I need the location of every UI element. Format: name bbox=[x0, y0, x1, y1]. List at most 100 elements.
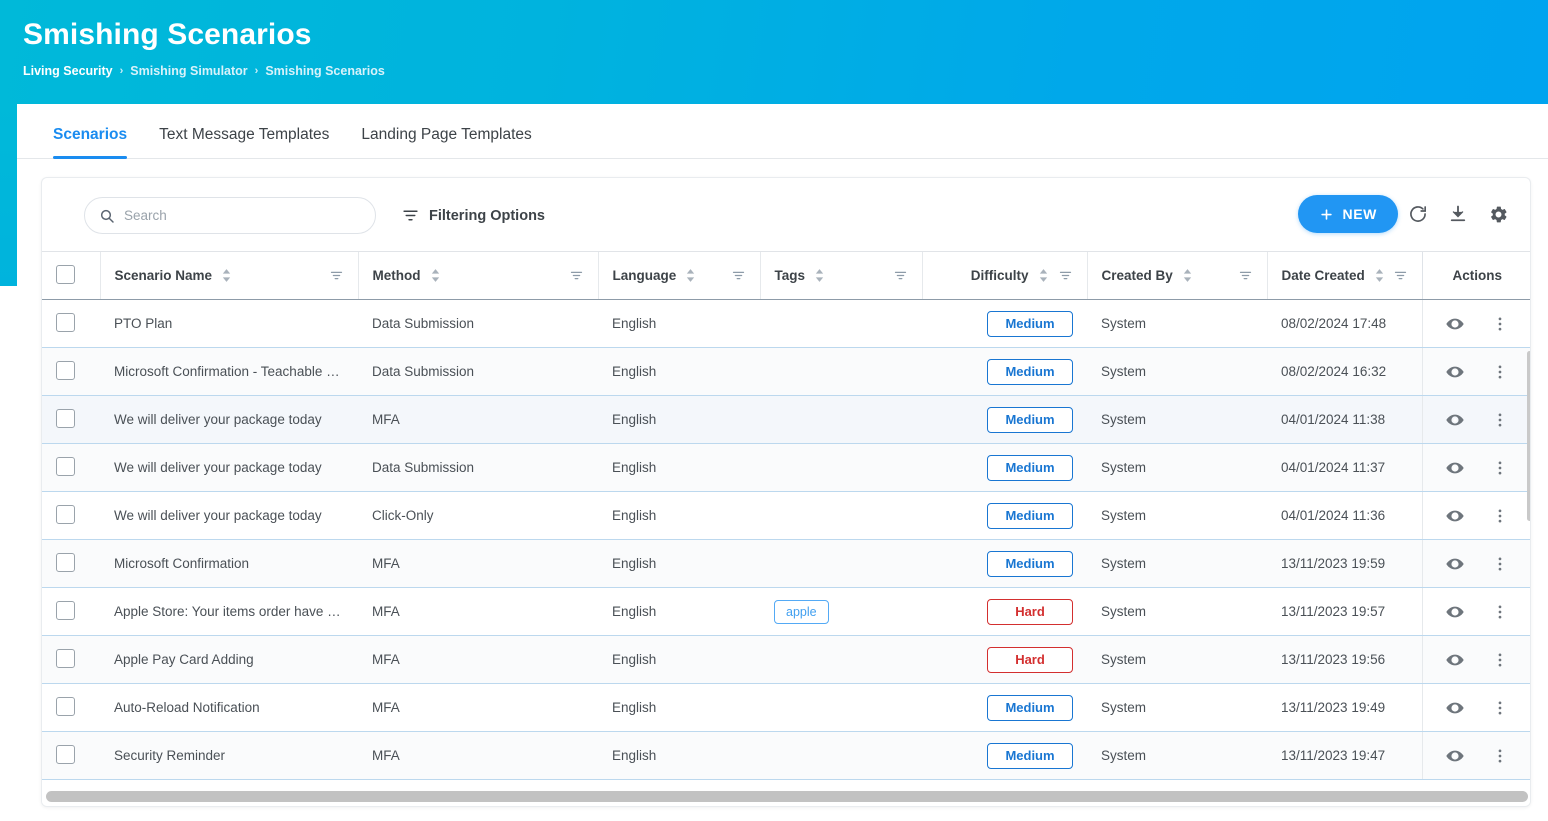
tag-chip[interactable]: apple bbox=[774, 599, 829, 624]
cell-language: English bbox=[598, 347, 760, 396]
breadcrumb-item-smishing-scenarios[interactable]: Smishing Scenarios bbox=[265, 64, 384, 78]
more-vertical-icon[interactable] bbox=[1491, 699, 1509, 717]
more-vertical-icon[interactable] bbox=[1491, 603, 1509, 621]
vertical-scrollbar[interactable] bbox=[1527, 351, 1530, 521]
new-button[interactable]: NEW bbox=[1297, 195, 1398, 233]
header-method[interactable]: Method bbox=[357, 251, 598, 300]
header-created-by[interactable]: Created By bbox=[1086, 251, 1267, 300]
more-vertical-icon[interactable] bbox=[1491, 363, 1509, 381]
filtering-options-button[interactable]: Filtering Options bbox=[402, 197, 545, 234]
row-checkbox[interactable] bbox=[56, 456, 75, 476]
breadcrumb-item-smishing-simulator[interactable]: Smishing Simulator bbox=[130, 64, 247, 78]
search-input[interactable] bbox=[124, 208, 349, 223]
horizontal-scrollbar-thumb[interactable] bbox=[46, 791, 1528, 802]
header-scenario-name[interactable]: Scenario Name bbox=[99, 251, 358, 300]
breadcrumb-item-living-security[interactable]: Living Security bbox=[23, 64, 113, 78]
cell-method: Data Submission bbox=[358, 347, 598, 396]
sort-arrows-icon[interactable] bbox=[1182, 268, 1193, 283]
scenarios-table-container[interactable]: Scenario Name Method Language Tags Diffi… bbox=[42, 251, 1530, 789]
row-checkbox[interactable] bbox=[56, 504, 75, 524]
select-all-checkbox[interactable] bbox=[56, 264, 75, 284]
table-row[interactable]: Microsoft Confirmation MFA English Medium Sy… bbox=[42, 539, 1530, 588]
cell-difficulty: Medium bbox=[922, 539, 1087, 588]
table-row[interactable]: We will deliver your package today Click-… bbox=[42, 491, 1530, 540]
tab-landing-page-templates[interactable]: Landing Page Templates bbox=[345, 126, 547, 158]
search-icon bbox=[99, 208, 115, 224]
cell-tags bbox=[760, 299, 922, 348]
more-vertical-icon[interactable] bbox=[1491, 651, 1509, 669]
row-checkbox[interactable] bbox=[56, 744, 75, 764]
table-row[interactable]: Microsoft Confirmation - Teachable Mom… D… bbox=[42, 347, 1530, 396]
table-row[interactable]: We will deliver your package today Data S… bbox=[42, 443, 1530, 492]
download-button[interactable] bbox=[1438, 195, 1478, 233]
settings-button[interactable] bbox=[1478, 195, 1518, 233]
table-row[interactable]: Apple Pay Card Adding MFA English Hard Syste… bbox=[42, 635, 1530, 684]
eye-icon[interactable] bbox=[1445, 650, 1465, 670]
more-vertical-icon[interactable] bbox=[1491, 315, 1509, 333]
sort-arrows-icon[interactable] bbox=[814, 268, 825, 283]
cell-scenario-name: We will deliver your package today bbox=[100, 395, 358, 444]
sort-arrows-icon[interactable] bbox=[430, 268, 441, 283]
row-select-cell bbox=[42, 299, 100, 348]
column-filter-icon[interactable] bbox=[569, 268, 584, 283]
row-checkbox[interactable] bbox=[56, 696, 75, 716]
sort-arrows-icon[interactable] bbox=[1038, 268, 1049, 283]
row-select-cell bbox=[42, 539, 100, 588]
cell-created-by: System bbox=[1087, 731, 1267, 780]
row-checkbox[interactable] bbox=[56, 600, 75, 620]
sort-arrows-icon[interactable] bbox=[1374, 268, 1385, 283]
header-language[interactable]: Language bbox=[597, 251, 760, 300]
cell-scenario-name: PTO Plan bbox=[100, 299, 358, 348]
tab-scenarios[interactable]: Scenarios bbox=[37, 126, 143, 159]
eye-icon[interactable] bbox=[1445, 698, 1465, 718]
cell-language: English bbox=[598, 491, 760, 540]
table-row[interactable]: Apple Store: Your items order have shipp… bbox=[42, 587, 1530, 636]
more-vertical-icon[interactable] bbox=[1491, 747, 1509, 765]
header-difficulty[interactable]: Difficulty bbox=[921, 251, 1087, 300]
eye-icon[interactable] bbox=[1445, 314, 1465, 334]
table-row[interactable]: Auto-Reload Notification MFA English Medium… bbox=[42, 683, 1530, 732]
horizontal-scrollbar[interactable] bbox=[42, 787, 1530, 806]
row-checkbox[interactable] bbox=[56, 552, 75, 572]
column-filter-icon[interactable] bbox=[1238, 268, 1253, 283]
header-date-created[interactable]: Date Created bbox=[1266, 251, 1422, 300]
cell-scenario-name: We will deliver your package today bbox=[100, 443, 358, 492]
sort-arrows-icon[interactable] bbox=[685, 268, 696, 283]
eye-icon[interactable] bbox=[1445, 554, 1465, 574]
breadcrumb-separator-icon: › bbox=[119, 65, 124, 77]
header-tags[interactable]: Tags bbox=[759, 251, 922, 300]
column-filter-icon[interactable] bbox=[731, 268, 746, 283]
eye-icon[interactable] bbox=[1445, 410, 1465, 430]
cell-scenario-name: Microsoft Confirmation bbox=[100, 539, 358, 588]
eye-icon[interactable] bbox=[1445, 602, 1465, 622]
cell-actions bbox=[1421, 587, 1530, 636]
row-select-cell bbox=[42, 491, 100, 540]
row-checkbox[interactable] bbox=[56, 408, 75, 428]
tab-bar: Scenarios Text Message Templates Landing… bbox=[17, 104, 1548, 159]
cell-date-created: 13/11/2023 19:49 bbox=[1267, 683, 1422, 732]
table-row[interactable]: Security Reminder MFA English Medium System 1… bbox=[42, 731, 1530, 780]
tab-text-message-templates[interactable]: Text Message Templates bbox=[143, 126, 345, 158]
table-row[interactable]: We will deliver your package today MFA Eng… bbox=[42, 395, 1530, 444]
more-vertical-icon[interactable] bbox=[1491, 555, 1509, 573]
row-checkbox[interactable] bbox=[56, 360, 75, 380]
column-filter-icon[interactable] bbox=[1393, 268, 1408, 283]
table-row[interactable]: PTO Plan Data Submission English Medium Syst… bbox=[42, 299, 1530, 348]
eye-icon[interactable] bbox=[1445, 458, 1465, 478]
column-filter-icon[interactable] bbox=[893, 268, 908, 283]
eye-icon[interactable] bbox=[1445, 362, 1465, 382]
more-vertical-icon[interactable] bbox=[1491, 459, 1509, 477]
header-label-tags: Tags bbox=[774, 268, 806, 283]
header-actions: Actions bbox=[1421, 251, 1530, 300]
column-filter-icon[interactable] bbox=[1058, 268, 1073, 283]
eye-icon[interactable] bbox=[1445, 746, 1465, 766]
more-vertical-icon[interactable] bbox=[1491, 507, 1509, 525]
row-checkbox[interactable] bbox=[56, 312, 75, 332]
row-checkbox[interactable] bbox=[56, 648, 75, 668]
sort-arrows-icon[interactable] bbox=[221, 268, 232, 283]
column-filter-icon[interactable] bbox=[329, 268, 344, 283]
search-box[interactable] bbox=[84, 197, 376, 234]
more-vertical-icon[interactable] bbox=[1491, 411, 1509, 429]
eye-icon[interactable] bbox=[1445, 506, 1465, 526]
refresh-button[interactable] bbox=[1398, 195, 1438, 233]
